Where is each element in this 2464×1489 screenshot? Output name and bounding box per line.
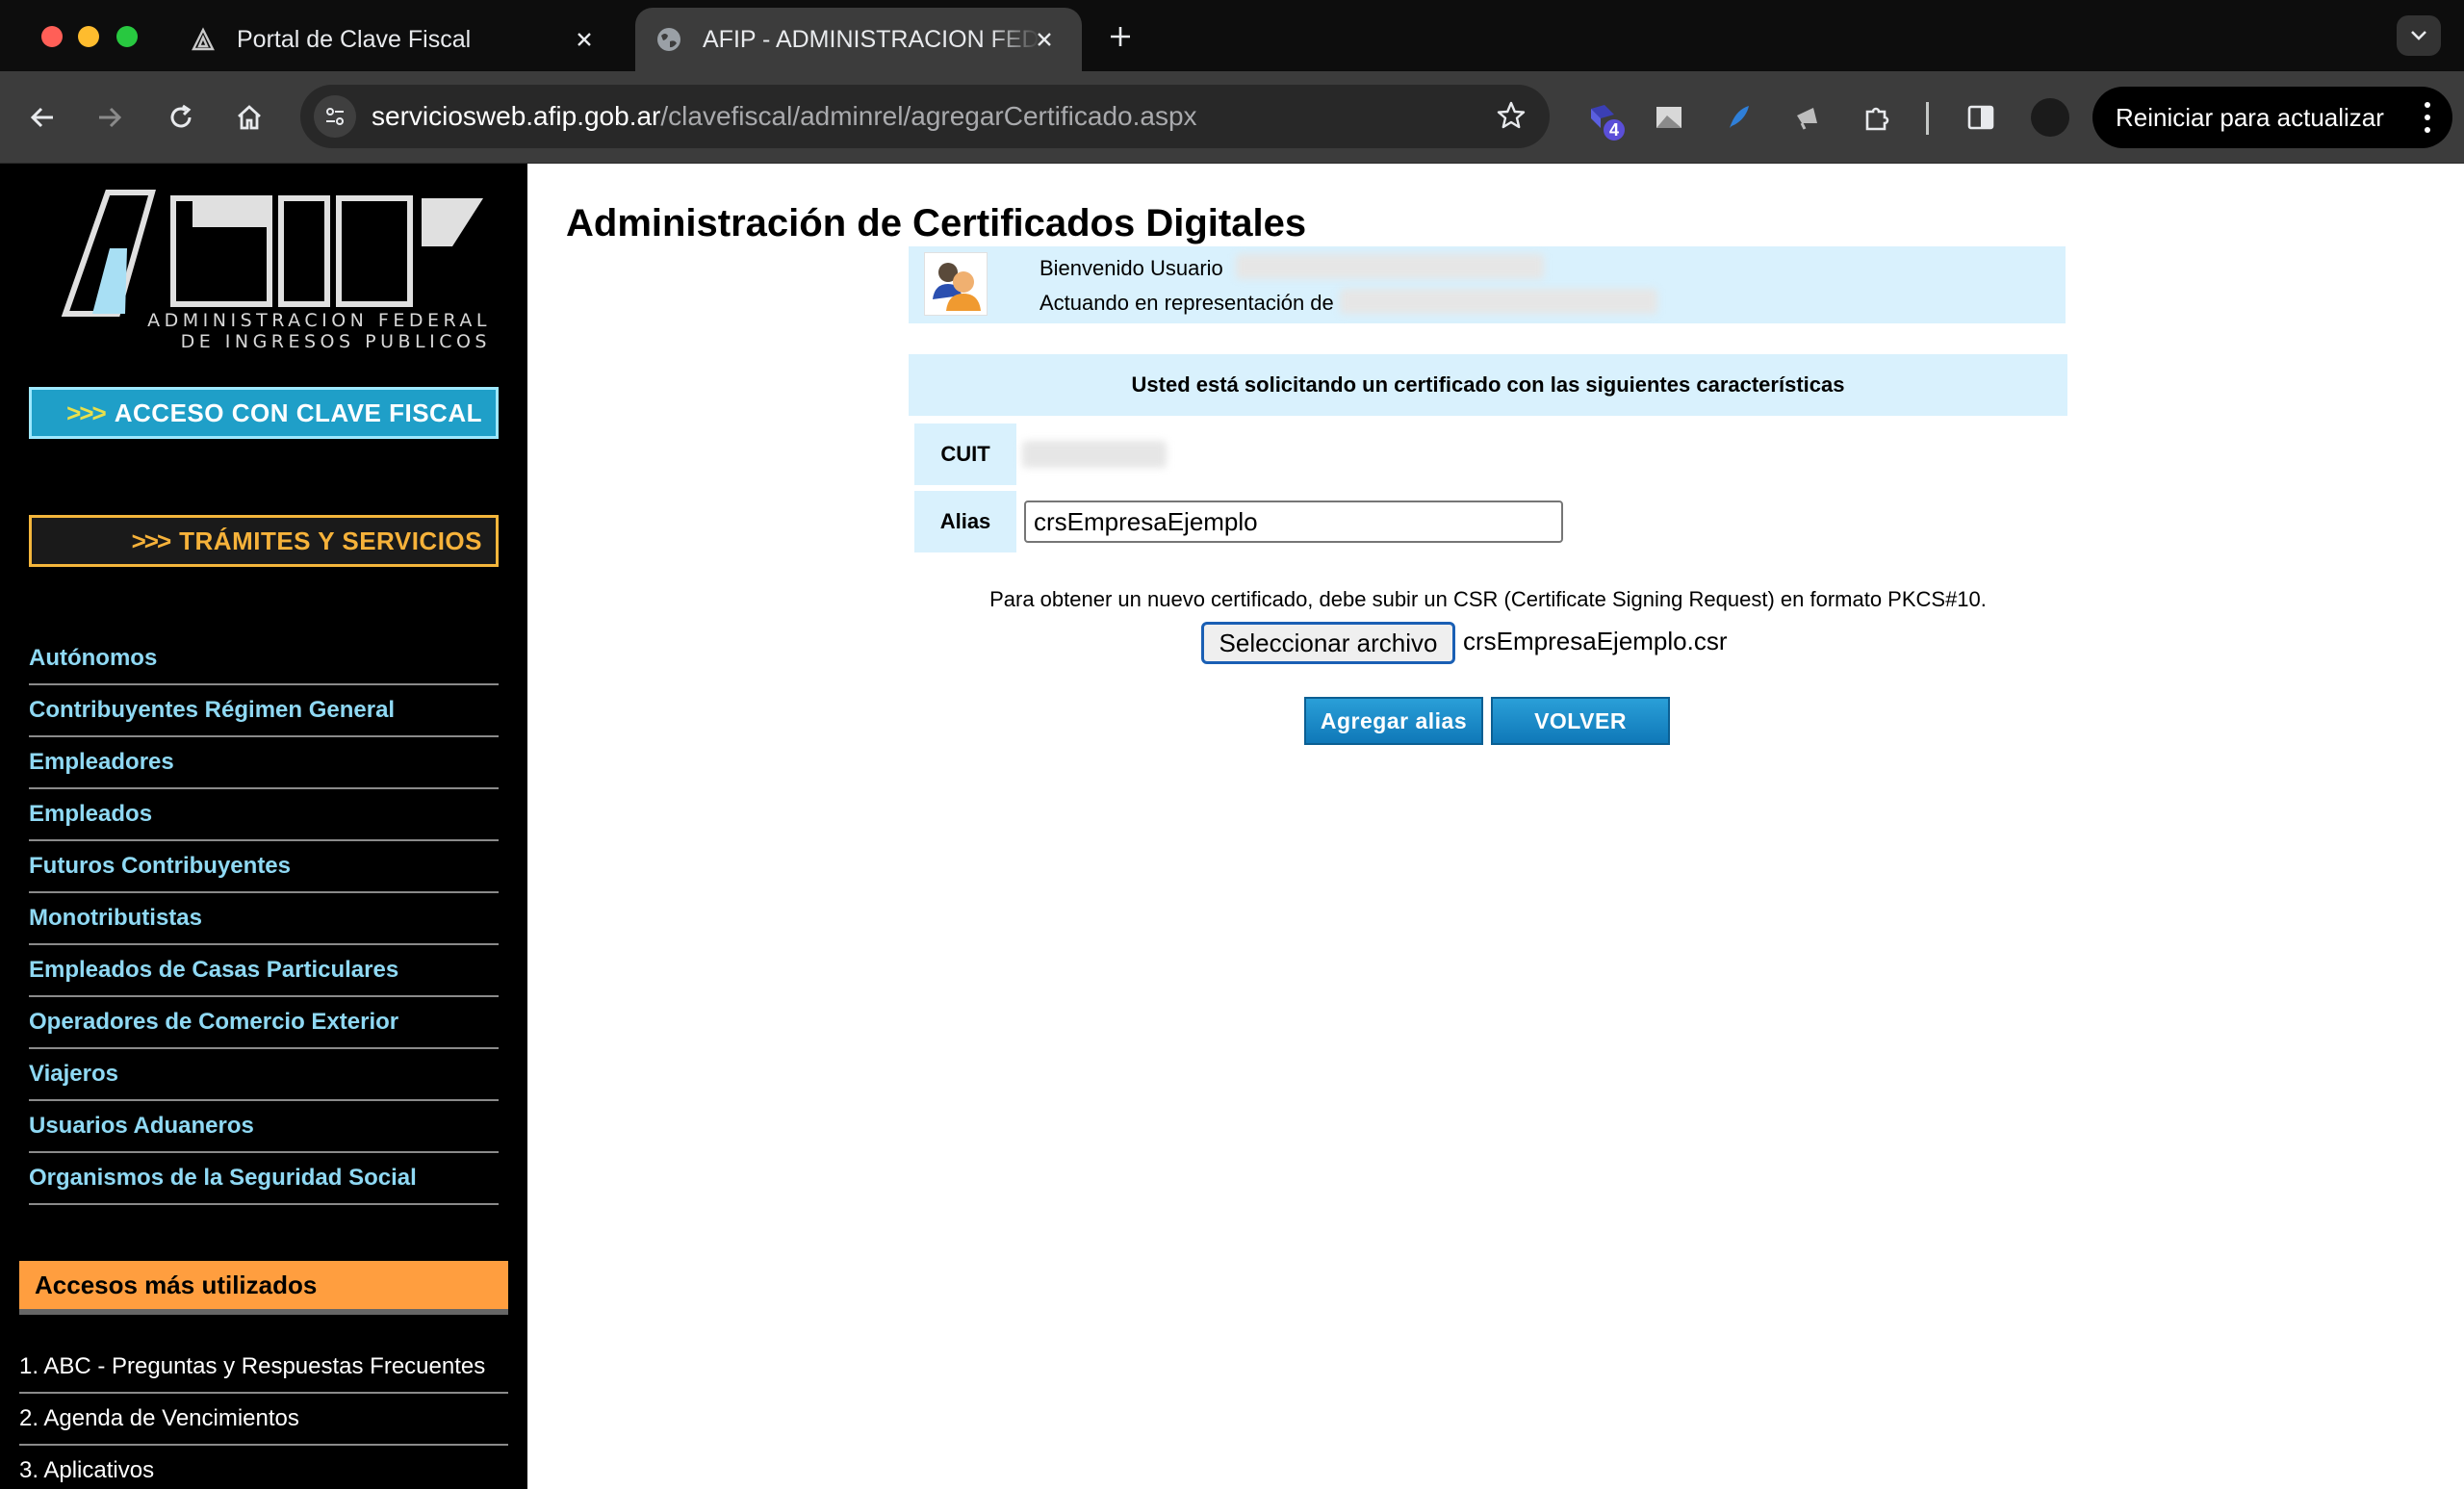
tab-search-chevron-down-icon[interactable] bbox=[2397, 15, 2441, 56]
tab-title: Portal de Clave Fiscal bbox=[237, 25, 472, 53]
tab-title: AFIP - ADMINISTRACION FEDERAL DE INGRESO… bbox=[703, 25, 1040, 53]
category-link[interactable]: Empleados bbox=[29, 801, 152, 828]
select-file-button[interactable]: Seleccionar archivo bbox=[1201, 622, 1455, 664]
tab-afip-active[interactable]: AFIP - ADMINISTRACION FEDERAL DE INGRESO… bbox=[635, 8, 1082, 71]
category-item-comercio-exterior[interactable]: Operadores de Comercio Exterior bbox=[29, 997, 499, 1049]
tramites-servicios-button[interactable]: >>> TRÁMITES Y SERVICIOS bbox=[29, 515, 499, 567]
restart-to-update-button[interactable]: Reiniciar para actualizar bbox=[2092, 87, 2452, 148]
acceso-item[interactable]: 3. Aplicativos bbox=[19, 1446, 508, 1489]
tab-portal-clave-fiscal[interactable]: Portal de Clave Fiscal bbox=[189, 8, 622, 71]
chevrons-icon: >>> bbox=[131, 526, 172, 555]
redacted-username bbox=[1236, 254, 1544, 279]
category-item-empleados[interactable]: Empleados bbox=[29, 789, 499, 841]
category-link[interactable]: Empleadores bbox=[29, 749, 174, 776]
address-bar[interactable]: serviciosweb.afip.gob.ar/clavefiscal/adm… bbox=[300, 85, 1550, 148]
logo-line-1: ADMINISTRACION FEDERAL bbox=[147, 310, 491, 331]
back-arrow-icon[interactable] bbox=[21, 96, 64, 139]
category-item-viajeros[interactable]: Viajeros bbox=[29, 1049, 499, 1101]
update-label: Reiniciar para actualizar bbox=[2116, 102, 2384, 132]
back-button[interactable]: VOLVER bbox=[1491, 697, 1670, 745]
logo-line-2: DE INGRESOS PUBLICOS bbox=[180, 331, 491, 352]
redacted-cuit-value bbox=[1022, 441, 1167, 468]
welcome-panel: Bienvenido Usuario Actuando en represent… bbox=[909, 246, 2066, 323]
category-link[interactable]: Monotributistas bbox=[29, 905, 202, 932]
category-item-autonomos[interactable]: Autónomos bbox=[29, 633, 499, 685]
url-text: serviciosweb.afip.gob.ar/clavefiscal/adm… bbox=[372, 101, 1197, 132]
category-item-usuarios-aduaneros[interactable]: Usuarios Aduaneros bbox=[29, 1101, 499, 1153]
category-link[interactable]: Organismos de la Seguridad Social bbox=[29, 1165, 417, 1192]
category-item-regimen-general[interactable]: Contribuyentes Régimen General bbox=[29, 685, 499, 737]
category-link[interactable]: Operadores de Comercio Exterior bbox=[29, 1009, 398, 1036]
csr-instructions: Para obtener un nuevo certificado, debe … bbox=[989, 587, 1987, 611]
extension-puzzle-badge-icon[interactable]: 4 bbox=[1580, 96, 1627, 142]
close-tab-icon[interactable] bbox=[570, 25, 599, 54]
category-list: Autónomos Contribuyentes Régimen General… bbox=[29, 633, 499, 1205]
bookmark-star-icon[interactable] bbox=[1494, 98, 1528, 133]
tab-strip: Portal de Clave Fiscal AFIP - ADMINISTRA… bbox=[0, 0, 2464, 71]
url-path: /clavefiscal/adminrel/agregarCertificado… bbox=[660, 101, 1197, 131]
acceso-item[interactable]: 2. Agenda de Vencimientos bbox=[19, 1394, 508, 1446]
tramites-servicios-label: TRÁMITES Y SERVICIOS bbox=[179, 526, 482, 555]
extension-megaphone-icon[interactable] bbox=[1786, 96, 1829, 139]
alias-label: Alias bbox=[914, 491, 1016, 552]
new-tab-plus-icon[interactable] bbox=[1103, 19, 1138, 54]
users-avatar-icon bbox=[924, 252, 988, 316]
category-link[interactable]: Viajeros bbox=[29, 1061, 118, 1088]
selected-file-name: crsEmpresaEjemplo.csr bbox=[1463, 627, 1728, 655]
alias-input[interactable] bbox=[1024, 501, 1563, 543]
request-heading: Usted está solicitando un certificado co… bbox=[909, 354, 2067, 416]
forward-arrow-icon[interactable] bbox=[89, 96, 131, 139]
category-item-empleadores[interactable]: Empleadores bbox=[29, 737, 499, 789]
url-host: serviciosweb.afip.gob.ar bbox=[372, 101, 661, 131]
afip-logo bbox=[61, 190, 483, 317]
home-icon[interactable] bbox=[228, 96, 270, 139]
category-link[interactable]: Contribuyentes Régimen General bbox=[29, 697, 395, 724]
category-link[interactable]: Empleados de Casas Particulares bbox=[29, 957, 398, 984]
sidebar: ADMINISTRACION FEDERAL DE INGRESOS PUBLI… bbox=[0, 164, 527, 1489]
category-item-seguridad-social[interactable]: Organismos de la Seguridad Social bbox=[29, 1153, 499, 1205]
extension-feather-icon[interactable] bbox=[1717, 96, 1759, 139]
afip-favicon-icon bbox=[189, 25, 218, 54]
globe-icon bbox=[654, 25, 683, 54]
welcome-user-label: Bienvenido Usuario bbox=[1040, 256, 1223, 280]
category-item-futuros[interactable]: Futuros Contribuyentes bbox=[29, 841, 499, 893]
close-window-button[interactable] bbox=[41, 26, 63, 47]
category-item-casas-particulares[interactable]: Empleados de Casas Particulares bbox=[29, 945, 499, 997]
add-alias-button[interactable]: Agregar alias bbox=[1304, 697, 1483, 745]
toolbar-divider bbox=[1926, 102, 1929, 135]
reload-icon[interactable] bbox=[160, 96, 202, 139]
extension-count-badge: 4 bbox=[1602, 117, 1627, 142]
page-title: Administración de Certificados Digitales bbox=[566, 202, 1307, 244]
redacted-representative bbox=[1340, 289, 1657, 314]
accesos-header: Accesos más utilizados bbox=[19, 1261, 508, 1315]
extensions-puzzle-icon[interactable] bbox=[1856, 96, 1898, 139]
acceso-item[interactable]: 1. ABC - Preguntas y Respuestas Frecuent… bbox=[19, 1342, 508, 1394]
web-page: ADMINISTRACION FEDERAL DE INGRESOS PUBLI… bbox=[0, 164, 2464, 1489]
acceso-clave-fiscal-button[interactable]: >>> ACCESO CON CLAVE FISCAL bbox=[29, 387, 499, 439]
accesos-list: 1. ABC - Preguntas y Respuestas Frecuent… bbox=[19, 1342, 508, 1489]
close-tab-icon[interactable] bbox=[1030, 25, 1059, 54]
minimize-window-button[interactable] bbox=[78, 26, 99, 47]
maximize-window-button[interactable] bbox=[116, 26, 138, 47]
logo-subtitle: ADMINISTRACION FEDERAL DE INGRESOS PUBLI… bbox=[144, 310, 491, 352]
category-link[interactable]: Autónomos bbox=[29, 645, 157, 672]
category-link[interactable]: Usuarios Aduaneros bbox=[29, 1113, 254, 1140]
chevrons-icon: >>> bbox=[66, 398, 107, 427]
kebab-menu-icon[interactable] bbox=[2424, 102, 2431, 133]
side-panel-icon[interactable] bbox=[1960, 96, 2002, 139]
category-link[interactable]: Futuros Contribuyentes bbox=[29, 853, 291, 880]
acting-for-label: Actuando en representación de bbox=[1040, 291, 1334, 315]
acceso-clave-fiscal-label: ACCESO CON CLAVE FISCAL bbox=[114, 398, 482, 427]
category-item-monotributistas[interactable]: Monotributistas bbox=[29, 893, 499, 945]
extension-image-icon[interactable] bbox=[1648, 96, 1690, 139]
profile-avatar[interactable] bbox=[2031, 98, 2069, 137]
site-info-tune-icon[interactable] bbox=[314, 95, 356, 138]
browser-toolbar: serviciosweb.afip.gob.ar/clavefiscal/adm… bbox=[0, 71, 2464, 164]
cuit-label: CUIT bbox=[914, 424, 1016, 485]
